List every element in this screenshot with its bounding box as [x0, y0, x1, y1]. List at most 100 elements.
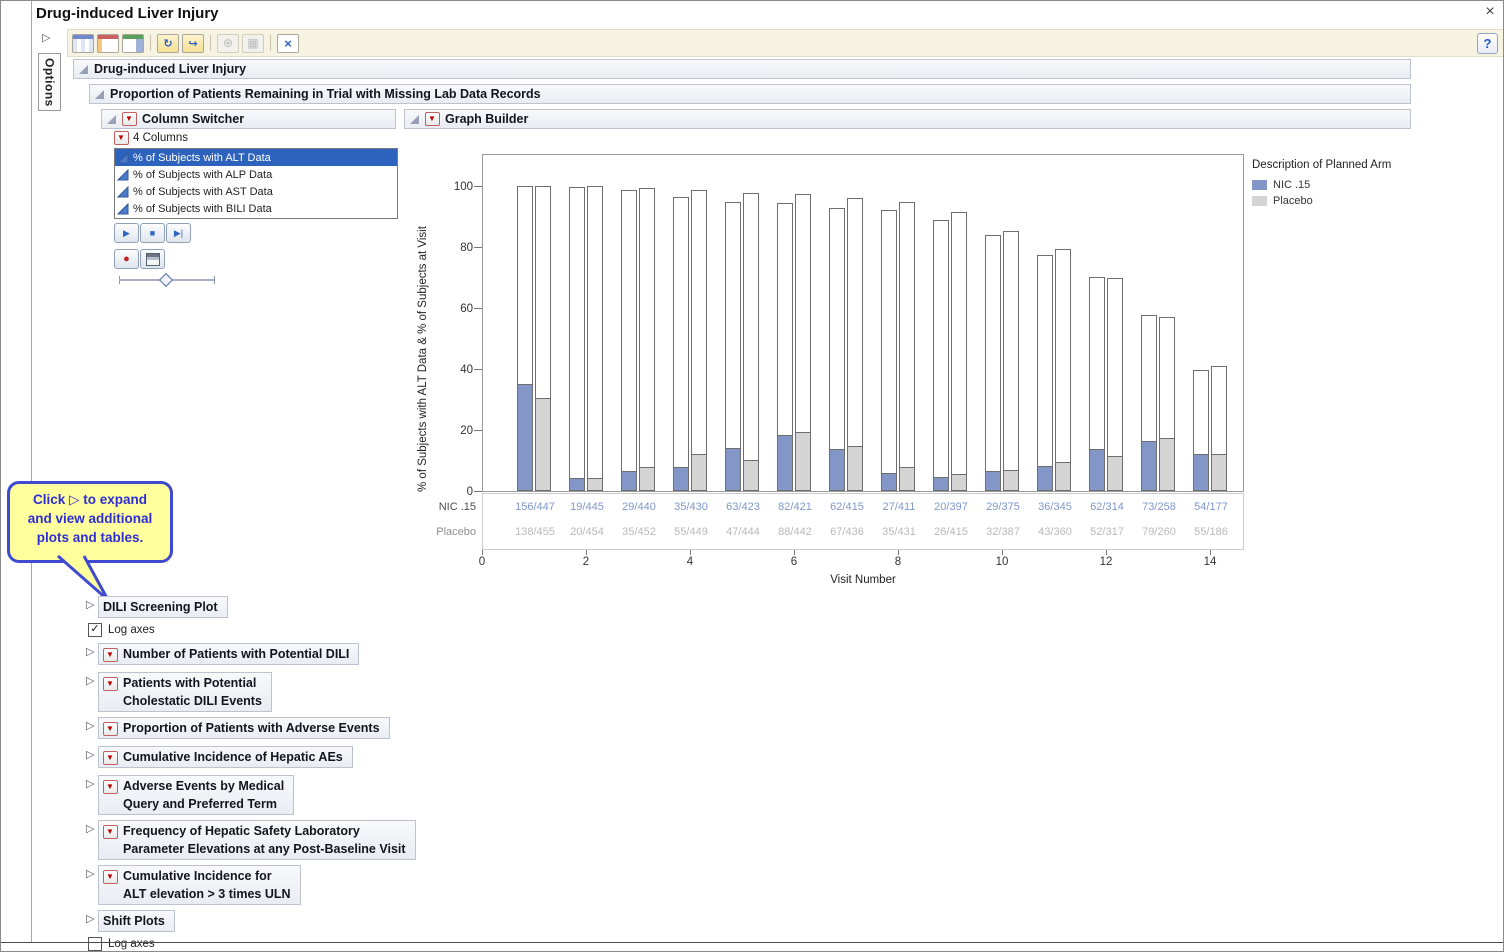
bar-withdata-nic15[interactable] [517, 384, 533, 491]
bar-withdata-nic15[interactable] [1089, 449, 1105, 491]
red-triangle-menu-icon[interactable] [103, 751, 118, 765]
bar-withdata-placebo[interactable] [951, 474, 967, 491]
data-table-icon[interactable] [72, 34, 94, 53]
bar-total-nic15[interactable] [569, 187, 585, 491]
bar-withdata-nic15[interactable] [1037, 466, 1053, 491]
section-header-dili-screening-plot[interactable]: DILI Screening Plot [98, 596, 228, 618]
bar-withdata-placebo[interactable] [691, 454, 707, 491]
bar-withdata-nic15[interactable] [569, 478, 585, 491]
section-header-patients-with-potential[interactable]: Patients with PotentialCholestatic DILI … [98, 672, 272, 712]
play-button[interactable]: ▶ [114, 223, 139, 243]
column-switcher-item[interactable]: % of Subjects with ALT Data [115, 149, 397, 166]
close-windows-icon[interactable]: × [277, 34, 299, 53]
bar-withdata-placebo[interactable] [899, 467, 915, 491]
bar-total-placebo[interactable] [1003, 231, 1019, 491]
log-axes-checkbox[interactable] [88, 937, 102, 951]
step-button[interactable]: ▶| [166, 223, 191, 243]
red-triangle-menu-icon[interactable] [114, 131, 129, 145]
expand-icon[interactable]: ▷ [86, 822, 94, 835]
bar-withdata-placebo[interactable] [743, 460, 759, 491]
bar-total-placebo[interactable] [951, 212, 967, 491]
bar-total-nic15[interactable] [673, 197, 689, 491]
expand-icon[interactable]: ▷ [86, 645, 94, 658]
layout-icon[interactable] [122, 34, 144, 53]
options-expand-icon[interactable]: ▷ [42, 31, 50, 44]
collapse-icon[interactable] [107, 115, 116, 124]
bar-withdata-nic15[interactable] [673, 467, 689, 491]
expand-icon[interactable]: ▷ [86, 719, 94, 732]
bar-withdata-placebo[interactable] [1159, 438, 1175, 491]
bar-withdata-placebo[interactable] [587, 478, 603, 491]
red-triangle-menu-icon[interactable] [103, 677, 118, 691]
legend-item[interactable]: NIC .15 [1252, 179, 1452, 191]
record-button[interactable]: ● [114, 249, 139, 269]
bar-withdata-nic15[interactable] [725, 448, 741, 491]
bar-withdata-placebo[interactable] [535, 398, 551, 491]
bar-withdata-nic15[interactable] [621, 471, 637, 491]
bar-total-nic15[interactable] [881, 210, 897, 491]
bar-total-placebo[interactable] [691, 190, 707, 491]
bar-total-nic15[interactable] [1037, 255, 1053, 491]
bar-total-placebo[interactable] [639, 188, 655, 491]
bar-withdata-nic15[interactable] [1193, 454, 1209, 491]
close-button[interactable]: × [1482, 3, 1498, 21]
bar-withdata-placebo[interactable] [639, 467, 655, 491]
column-switcher-item[interactable]: % of Subjects with ALP Data [115, 166, 397, 183]
refresh-data-icon[interactable]: ↻ [157, 34, 179, 53]
relaunch-icon[interactable]: ↪ [182, 34, 204, 53]
bar-total-placebo[interactable] [899, 202, 915, 491]
bar-total-placebo[interactable] [587, 186, 603, 491]
slider-thumb[interactable] [159, 273, 173, 287]
bar-total-placebo[interactable] [743, 193, 759, 491]
legend-swatch[interactable] [1252, 180, 1267, 190]
column-switcher-item[interactable]: % of Subjects with BILI Data [115, 200, 397, 217]
legend-item[interactable]: Placebo [1252, 195, 1452, 207]
section-header-frequency-of-hepatic-safety-laboratory[interactable]: Frequency of Hepatic Safety LaboratoryPa… [98, 820, 416, 860]
log-axes-checkbox[interactable]: ✓ [88, 623, 102, 637]
bar-withdata-nic15[interactable] [777, 435, 793, 491]
bar-withdata-nic15[interactable] [1141, 441, 1157, 491]
expand-icon[interactable]: ▷ [86, 674, 94, 687]
section-header-cumulative-incidence-for[interactable]: Cumulative Incidence forALT elevation > … [98, 865, 301, 905]
bar-total-nic15[interactable] [621, 190, 637, 491]
section-header-number-of-patients-with-potential-dili[interactable]: Number of Patients with Potential DILI [98, 643, 359, 665]
legend-swatch[interactable] [1252, 196, 1267, 206]
bar-withdata-placebo[interactable] [795, 432, 811, 491]
column-switcher-item[interactable]: % of Subjects with AST Data [115, 183, 397, 200]
expand-icon[interactable]: ▷ [86, 598, 94, 611]
red-triangle-menu-icon[interactable] [103, 648, 118, 662]
bar-withdata-placebo[interactable] [1055, 462, 1071, 491]
bar-total-nic15[interactable] [933, 220, 949, 491]
graph-builder-header[interactable]: Graph Builder [404, 109, 1411, 129]
expand-icon[interactable]: ▷ [86, 912, 94, 925]
stop-button[interactable]: ■ [140, 223, 165, 243]
red-triangle-menu-icon[interactable] [425, 112, 440, 126]
outline-header-dili[interactable]: Drug-induced Liver Injury [73, 59, 1411, 79]
bar-withdata-nic15[interactable] [829, 449, 845, 491]
section-header-adverse-events-by-medical[interactable]: Adverse Events by MedicalQuery and Prefe… [98, 775, 294, 815]
save-button[interactable] [140, 249, 165, 269]
column-switcher-header[interactable]: Column Switcher [101, 109, 396, 129]
bar-withdata-placebo[interactable] [1003, 470, 1019, 491]
section-header-proportion-of-patients-with-adverse-events[interactable]: Proportion of Patients with Adverse Even… [98, 717, 390, 739]
section-header-cumulative-incidence-of-hepatic-aes[interactable]: Cumulative Incidence of Hepatic AEs [98, 746, 353, 768]
collapse-icon[interactable] [410, 115, 419, 124]
collapse-icon[interactable] [95, 90, 104, 99]
help-button[interactable]: ? [1477, 33, 1498, 54]
collapse-icon[interactable] [79, 65, 88, 74]
red-triangle-menu-icon[interactable] [103, 780, 118, 794]
bar-total-nic15[interactable] [985, 235, 1001, 491]
red-triangle-menu-icon[interactable] [103, 722, 118, 736]
bar-withdata-nic15[interactable] [985, 471, 1001, 491]
section-header-shift-plots[interactable]: Shift Plots [98, 910, 175, 932]
bar-withdata-placebo[interactable] [847, 446, 863, 491]
bar-withdata-nic15[interactable] [933, 477, 949, 491]
red-triangle-menu-icon[interactable] [103, 870, 118, 884]
bar-withdata-placebo[interactable] [1107, 456, 1123, 491]
expand-icon[interactable]: ▷ [86, 748, 94, 761]
red-triangle-menu-icon[interactable] [122, 112, 137, 126]
expand-icon[interactable]: ▷ [86, 777, 94, 790]
bar-withdata-placebo[interactable] [1211, 454, 1227, 491]
bar-withdata-nic15[interactable] [881, 473, 897, 491]
expand-icon[interactable]: ▷ [86, 867, 94, 880]
